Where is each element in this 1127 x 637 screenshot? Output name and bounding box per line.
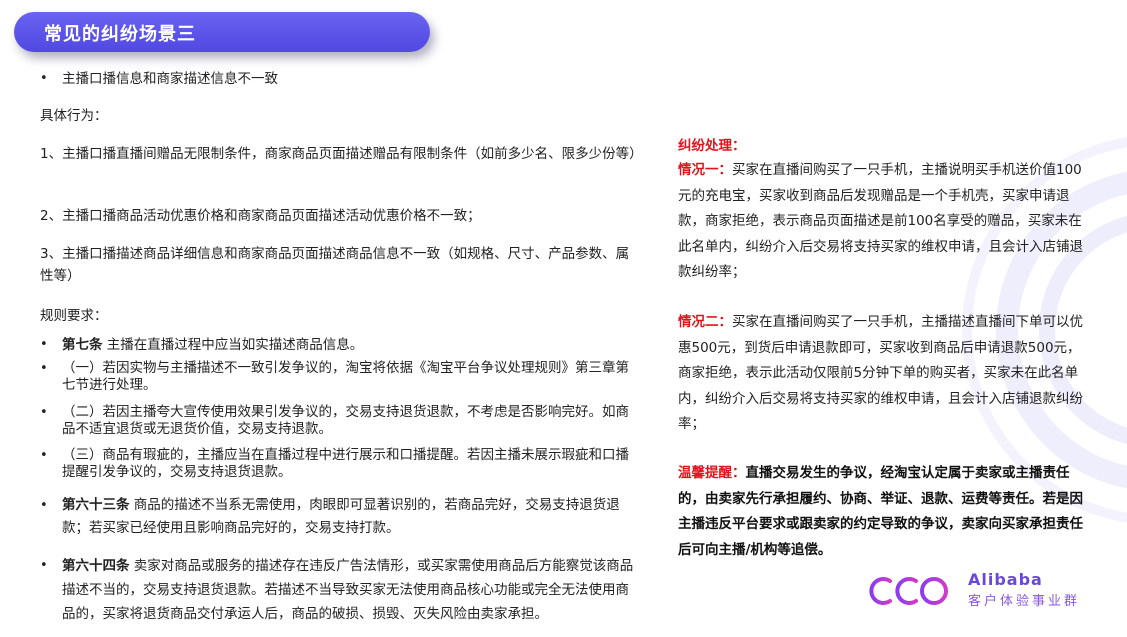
behaviors-label: 具体行为： <box>40 108 108 124</box>
alibaba-logo: Alibaba 客户体验事业群 <box>866 570 1106 611</box>
tip-label: 温馨提醒： <box>678 465 746 481</box>
rule-7-text: 主播在直播过程中应当如实描述商品信息。 <box>102 337 364 353</box>
heading-bullet-text: 主播口播信息和商家描述信息不一致 <box>62 71 278 87</box>
heading-bullet: • 主播口播信息和商家描述信息不一致 <box>40 68 640 90</box>
bullet-dot: • <box>40 337 48 352</box>
rule-63-label: 第六十三条 <box>62 497 130 513</box>
behavior-2: 2、主播口播商品活动优惠价格和商家商品页面描述活动优惠价格不一致； <box>40 208 481 224</box>
case-2: 情况二：买家在直播间购买了一只手机，主播描述直播间下单可以优惠500元，到货后申… <box>678 310 1090 438</box>
rule-7-item-2-text: （二）若因主播夸大宣传使用效果引发争议的，交易支持退货退款，不考虑是否影响完好。… <box>62 404 629 437</box>
behavior-3: 3、主播口播描述商品详细信息和商家商品页面描述商品信息不一致（如规格、尺寸、产品… <box>40 246 630 284</box>
title-banner: 常见的纠纷场景三 <box>14 12 430 52</box>
bullet-dot: • <box>40 558 48 573</box>
bullet-dot: • <box>40 448 48 463</box>
rule-64-text: 卖家对商品或服务的描述存在违反广告法情形，或买家需使用商品后方能察觉该商品描述不… <box>62 558 634 622</box>
tip: 温馨提醒：直播交易发生的争议，经淘宝认定属于卖家或主播责任的，由卖家先行承担履约… <box>678 461 1090 563</box>
rule-63: • 第六十三条 商品的描述不当系无需使用，肉眼即可显著识别的，若商品完好，交易支… <box>40 494 640 540</box>
page-title: 常见的纠纷场景三 <box>44 24 196 45</box>
bullet-dot: • <box>40 498 48 513</box>
rule-7-item-3: • （三）商品有瑕疵的，主播应当在直播过程中进行展示和口播提醒。若因主播未展示瑕… <box>40 447 640 481</box>
rule-7: • 第七条 主播在直播过程中应当如实描述商品信息。 <box>40 334 640 356</box>
dispute-label: 纠纷处理： <box>678 138 746 154</box>
rule-7-label: 第七条 <box>62 337 103 353</box>
logo-brand: Alibaba <box>968 570 1043 589</box>
ccp-logo-icon <box>869 577 948 605</box>
case-2-label: 情况二： <box>678 314 732 330</box>
rule-63-text: 商品的描述不当系无需使用，肉眼即可显著识别的，若商品完好，交易支持退货退款；若买… <box>62 497 620 536</box>
case-1: 情况一：买家在直播间购买了一只手机，主播说明买手机送价值100元的充电宝，买家收… <box>678 158 1090 286</box>
rule-7-item-2: • （二）若因主播夸大宣传使用效果引发争议的，交易支持退货退款，不考虑是否影响完… <box>40 404 640 438</box>
rules-label: 规则要求： <box>40 308 108 324</box>
rule-7-item-1-text: （一）若因实物与主播描述不一致引发争议的，淘宝将依据《淘宝平台争议处理规则》第三… <box>62 360 629 393</box>
rule-7-item-3-text: （三）商品有瑕疵的，主播应当在直播过程中进行展示和口播提醒。若因主播未展示瑕疵和… <box>62 447 629 480</box>
slide: 常见的纠纷场景三 • 主播口播信息和商家描述信息不一致 具体行为： 1、主播口播… <box>0 0 1127 637</box>
case-1-text: 买家在直播间购买了一只手机，主播说明买手机送价值100元的充电宝，买家收到商品后… <box>678 162 1083 280</box>
rule-7-item-1: • （一）若因实物与主播描述不一致引发争议的，淘宝将依据《淘宝平台争议处理规则》… <box>40 360 640 394</box>
bullet-dot: • <box>40 405 48 420</box>
rule-64: • 第六十四条 卖家对商品或服务的描述存在违反广告法情形，或买家需使用商品后方能… <box>40 554 640 626</box>
bullet-dot: • <box>40 71 48 86</box>
logo-subtitle: 客户体验事业群 <box>968 594 1081 609</box>
behavior-1: 1、主播口播直播间赠品无限制条件，商家商品页面描述赠品有限制条件（如前多少名、限… <box>40 146 643 162</box>
case-2-text: 买家在直播间购买了一只手机，主播描述直播间下单可以优惠500元，到货后申请退款即… <box>678 314 1083 432</box>
bullet-dot: • <box>40 361 48 376</box>
case-1-label: 情况一： <box>678 162 732 178</box>
rule-64-label: 第六十四条 <box>62 558 130 574</box>
